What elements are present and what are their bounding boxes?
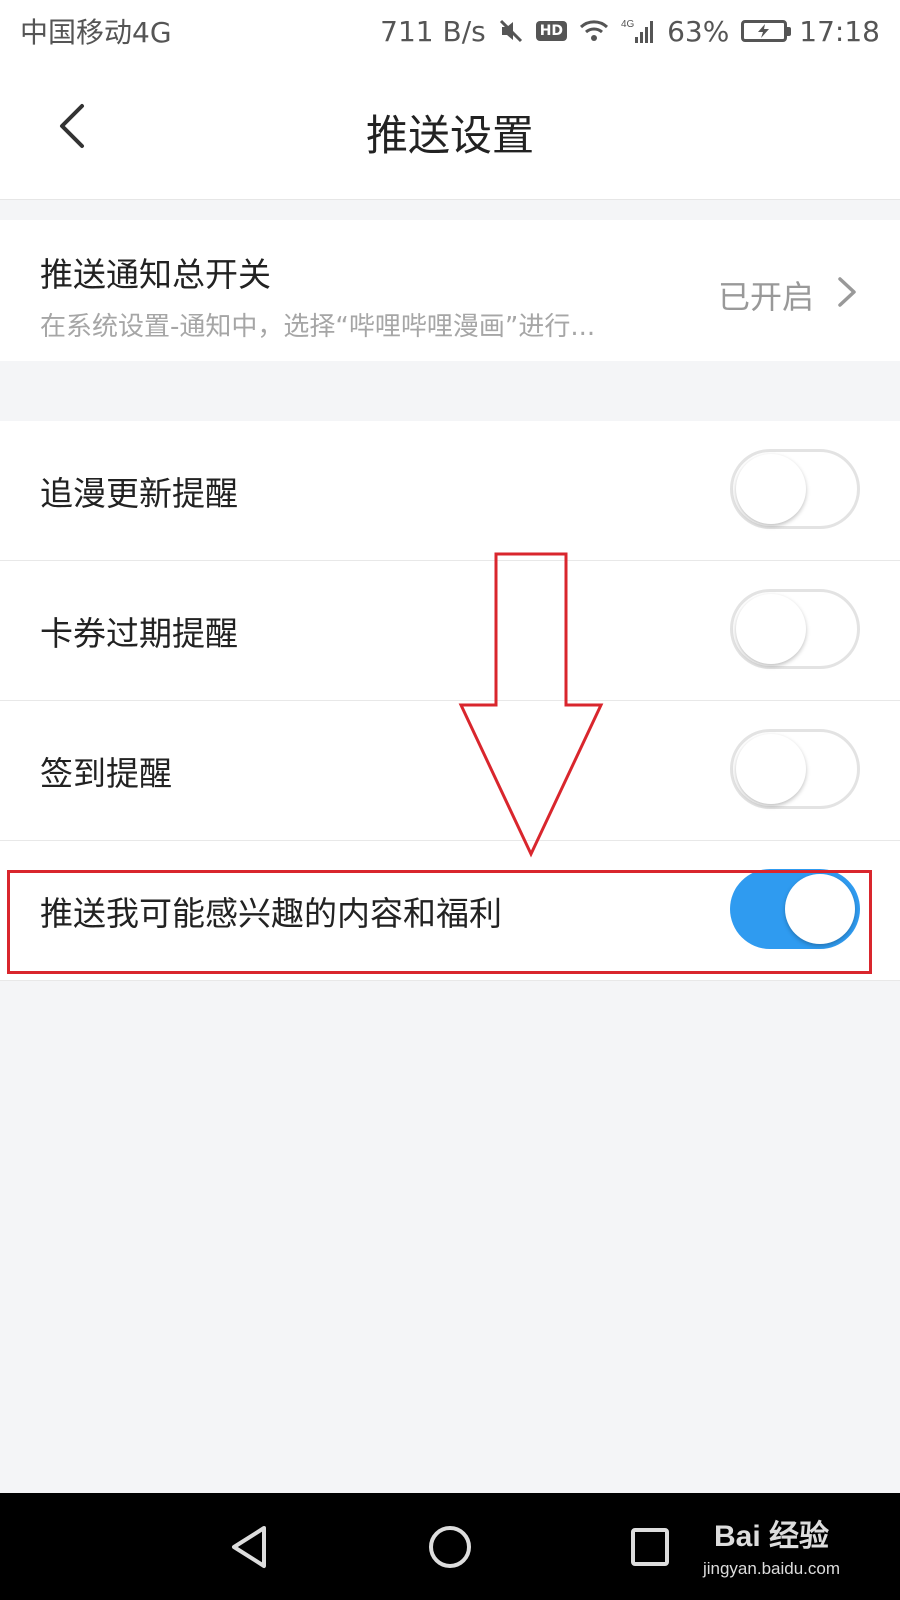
watermark-url: jingyan.baidu.com bbox=[702, 1559, 840, 1578]
mute-icon bbox=[498, 18, 524, 44]
carrier-label: 中国移动4G bbox=[20, 16, 172, 49]
toggle-label: 卡券过期提醒 bbox=[40, 614, 238, 653]
clock: 17:18 bbox=[799, 14, 880, 48]
circle-home-icon bbox=[429, 1526, 471, 1568]
coupon-expiry-toggle[interactable] bbox=[730, 589, 860, 669]
follow-update-toggle[interactable] bbox=[730, 449, 860, 529]
annotation-highlight-box bbox=[7, 870, 872, 974]
checkin-toggle[interactable] bbox=[730, 729, 860, 809]
battery-percent: 63% bbox=[667, 14, 730, 48]
push-master-switch-row[interactable]: 推送通知总开关 在系统设置-通知中，选择“哔哩哔哩漫画”进行... 已开启 bbox=[0, 220, 900, 361]
watermark-brand: Bai 经验 bbox=[713, 1520, 829, 1553]
toggle-row-follow-update: 追漫更新提醒 bbox=[0, 421, 900, 561]
master-switch-title: 推送通知总开关 bbox=[40, 255, 271, 294]
nav-recents-button[interactable] bbox=[622, 1519, 678, 1575]
triangle-back-icon bbox=[232, 1526, 266, 1568]
baidu-watermark: Bai 经验 jingyan.baidu.com bbox=[703, 1511, 840, 1579]
nav-header: 推送设置 bbox=[0, 62, 900, 200]
nav-home-button[interactable] bbox=[422, 1519, 478, 1575]
status-right: 711 B/s HD 4G 63% 17:18 bbox=[380, 15, 880, 48]
toggle-knob bbox=[736, 734, 806, 804]
toggle-row-checkin: 签到提醒 bbox=[0, 701, 900, 841]
square-recents-icon bbox=[631, 1528, 669, 1566]
hd-badge: HD bbox=[535, 21, 568, 41]
nav-back-button[interactable] bbox=[222, 1519, 278, 1575]
system-nav-bar: Bai 经验 jingyan.baidu.com bbox=[0, 1493, 900, 1600]
page-title: 推送设置 bbox=[365, 111, 534, 160]
wifi-icon bbox=[579, 19, 609, 43]
toggle-label: 追漫更新提醒 bbox=[40, 474, 238, 513]
master-switch-subtitle: 在系统设置-通知中，选择“哔哩哔哩漫画”进行... bbox=[40, 312, 596, 342]
toggle-row-coupon-expiry: 卡券过期提醒 bbox=[0, 561, 900, 701]
signal-icon: 4G bbox=[621, 17, 655, 45]
battery-icon bbox=[741, 20, 792, 42]
status-bar: 中国移动4G 711 B/s HD 4G 63% 17:18 bbox=[0, 0, 900, 62]
chevron-right-icon bbox=[838, 277, 856, 307]
toggle-label: 签到提醒 bbox=[40, 754, 172, 793]
annotation-arrow-icon bbox=[458, 552, 604, 858]
network-speed: 711 B/s bbox=[380, 14, 486, 48]
toggle-knob bbox=[736, 454, 806, 524]
network-type: 4G bbox=[621, 19, 635, 30]
toggle-knob bbox=[736, 594, 806, 664]
master-switch-status: 已开启 bbox=[717, 278, 814, 316]
